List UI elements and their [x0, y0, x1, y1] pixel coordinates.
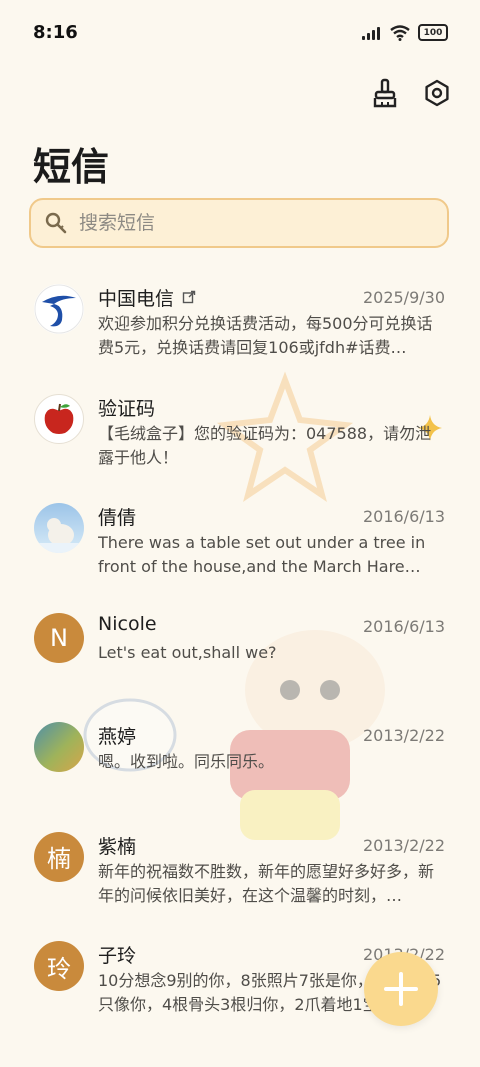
- landscape-photo: [34, 722, 84, 772]
- contact-name: Nicole: [98, 612, 157, 635]
- china-telecom-logo: [34, 284, 84, 334]
- status-icons: 100: [362, 24, 448, 41]
- list-item[interactable]: 中国电信 2025/9/30 欢迎参加积分兑换话费活动，每500分可兑换话费5元…: [0, 272, 480, 382]
- avatar: 楠: [34, 831, 84, 882]
- message-list: 中国电信 2025/9/30 欢迎参加积分兑换话费活动，每500分可兑换话费5元…: [0, 272, 480, 1039]
- list-item[interactable]: 验证码 【毛绒盒子】您的验证码为：047588，请勿泄露于他人！: [0, 382, 480, 492]
- battery-icon: 100: [418, 24, 448, 41]
- contact-name: 燕婷: [98, 726, 137, 748]
- message-preview: 【毛绒盒子】您的验证码为：047588，请勿泄露于他人！: [98, 423, 432, 467]
- search-input[interactable]: [77, 211, 421, 235]
- settings-icon[interactable]: [422, 78, 452, 108]
- wifi-icon: [390, 24, 410, 41]
- message-date: 2016/6/13: [362, 507, 445, 526]
- message-date: 2016/6/13: [362, 616, 445, 636]
- contact-name: 中国电信: [98, 288, 175, 310]
- avatar: 玲: [34, 941, 84, 991]
- external-link-icon: [182, 290, 196, 304]
- signal-icon: [362, 26, 382, 40]
- message-date: 2025/9/30: [362, 288, 445, 307]
- message-date: 2013/2/22: [362, 726, 445, 745]
- avatar: N: [34, 612, 84, 663]
- top-actions: [370, 78, 452, 108]
- plus-icon: [384, 972, 418, 1006]
- list-item[interactable]: 燕婷 2013/2/22 嗯。收到啦。同乐同乐。: [0, 710, 480, 820]
- search-bar[interactable]: [29, 198, 449, 248]
- list-item[interactable]: N Nicole 2016/6/13 Let's eat out,shall w…: [0, 601, 480, 711]
- apple-avatar: [34, 393, 84, 444]
- contact-name: 子玲: [98, 945, 137, 967]
- message-preview: Let's eat out,shall we?: [98, 642, 277, 662]
- message-preview: 嗯。收到啦。同乐同乐。: [98, 752, 275, 771]
- status-time: 8:16: [33, 22, 78, 43]
- message-preview: There was a table set out under a tree i…: [98, 533, 426, 576]
- compose-button[interactable]: [364, 952, 438, 1026]
- message-preview: 新年的祝福数不胜数，新年的愿望好多好多，新年的问候依旧美好，在这个温馨的时刻，…: [98, 861, 435, 905]
- contact-name: 紫楠: [98, 835, 137, 858]
- brush-icon[interactable]: [370, 78, 400, 108]
- contact-name: 倩倩: [98, 507, 137, 529]
- list-item[interactable]: 倩倩 2016/6/13 There was a table set out u…: [0, 491, 480, 601]
- polar-bear-photo: [34, 503, 84, 553]
- search-icon: [45, 212, 67, 234]
- status-bar: 8:16 100: [0, 0, 480, 68]
- page-title: 短信: [33, 145, 110, 189]
- list-item[interactable]: 楠 紫楠 2013/2/22 新年的祝福数不胜数，新年的愿望好多好多，新年的问候…: [0, 820, 480, 930]
- message-preview: 欢迎参加积分兑换话费活动，每500分可兑换话费5元，兑换话费请回复106或jfd…: [98, 314, 433, 357]
- message-date: 2013/2/22: [362, 835, 445, 855]
- contact-name: 验证码: [98, 397, 156, 420]
